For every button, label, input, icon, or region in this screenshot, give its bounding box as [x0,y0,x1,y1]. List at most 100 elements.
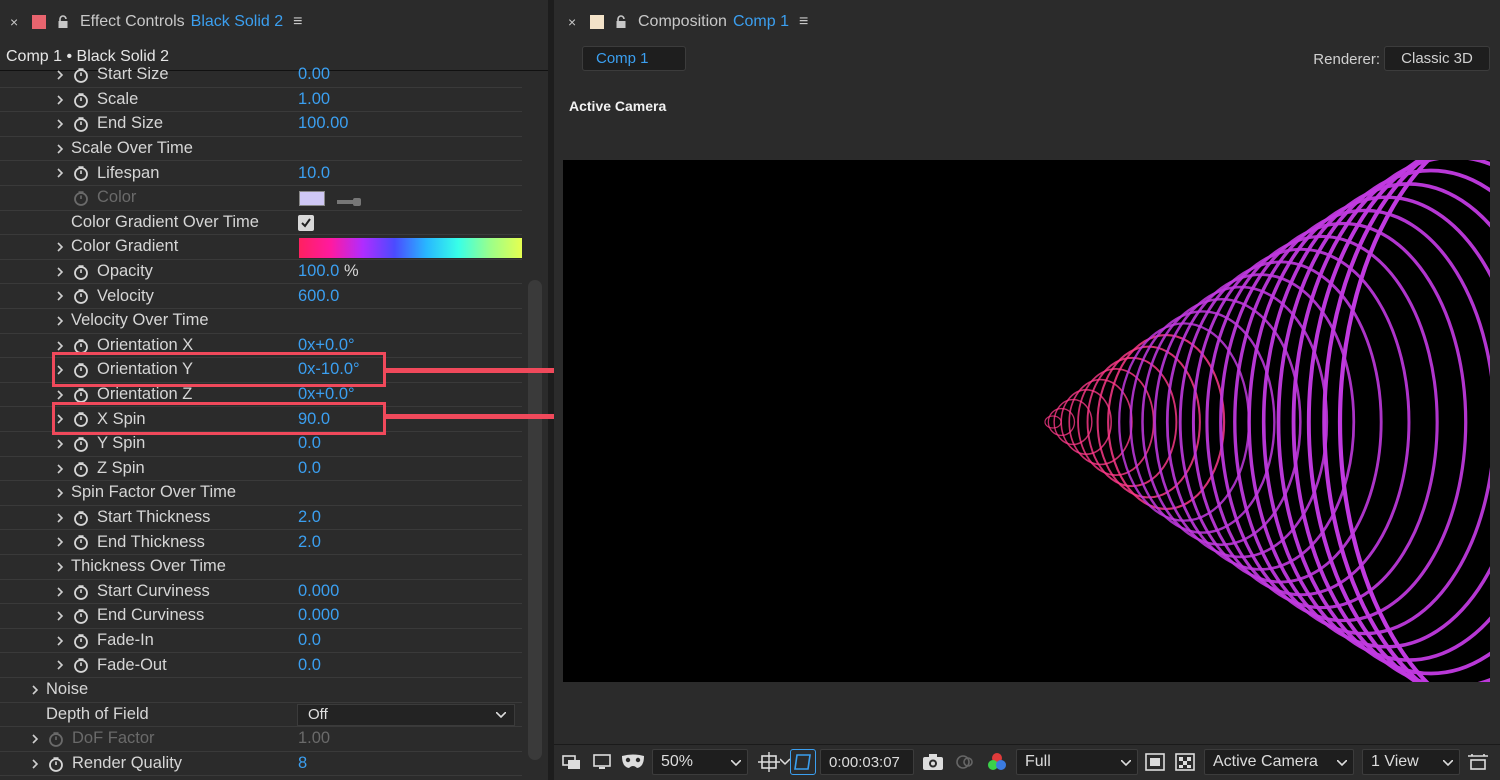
twirl-chevron-icon[interactable] [55,513,65,523]
scrollbar[interactable] [528,280,542,760]
fast-preview-icon[interactable] [1144,749,1166,775]
eyedropper-icon[interactable] [337,193,363,206]
stopwatch-icon[interactable] [73,510,89,526]
property-row-render-quality[interactable]: Render Quality 8 [0,752,522,777]
twirl-chevron-icon[interactable] [55,70,65,80]
property-value[interactable]: 100.0 [298,262,339,281]
stopwatch-icon[interactable] [73,116,89,133]
composition-tab[interactable]: × Composition Comp 1 ≡ [554,0,1500,44]
twirl-chevron-icon[interactable] [55,562,65,572]
twirl-chevron-icon[interactable] [30,759,40,769]
stopwatch-icon[interactable] [48,731,64,748]
twirl-chevron-icon[interactable] [55,242,65,252]
channel-rgb-icon[interactable] [986,749,1008,775]
lock-icon[interactable] [614,15,628,29]
property-row-fade-out[interactable]: Fade-Out 0.0 [0,653,522,678]
region-of-interest-icon[interactable] [790,749,816,775]
twirl-chevron-icon[interactable] [55,439,65,449]
twirl-chevron-icon[interactable] [55,390,65,400]
twirl-chevron-icon[interactable] [55,611,65,621]
twirl-chevron-icon[interactable] [30,734,40,744]
depth-of-field-dropdown[interactable]: Off [297,703,515,726]
property-row-color-gradient[interactable]: Color Gradient [0,235,522,260]
effect-controls-target[interactable]: Black Solid 2 [191,13,284,31]
twirl-chevron-icon[interactable] [55,144,65,154]
property-row-color-gradient-over-time[interactable]: Color Gradient Over Time [0,211,522,236]
property-value[interactable]: 0.0 [298,459,321,478]
twirl-chevron-icon[interactable] [55,119,65,129]
stopwatch-icon[interactable] [73,436,89,452]
twirl-chevron-icon[interactable] [55,168,65,178]
mask-visibility-icon[interactable] [620,749,646,775]
panel-menu-icon[interactable]: ≡ [799,13,808,31]
color-gradient-bar[interactable] [299,238,522,259]
twirl-chevron-icon[interactable] [55,291,65,301]
property-row-end-thickness[interactable]: End Thickness 2.0 [0,530,522,555]
property-row-dof-factor[interactable]: DoF Factor 1.00 [0,727,522,752]
color-swatch[interactable] [299,191,325,206]
property-row-end-curviness[interactable]: End Curviness 0.000 [0,604,522,629]
twirl-chevron-icon[interactable] [55,587,65,597]
property-row-y-spin[interactable]: Y Spin 0.0 [0,432,522,457]
property-value[interactable]: 600.0 [298,287,339,306]
property-value[interactable]: 8 [298,754,307,773]
close-icon[interactable]: × [10,14,22,30]
property-row-start-size[interactable]: Start Size 0.00 [0,63,522,88]
stopwatch-icon[interactable] [73,165,89,182]
property-row-scale[interactable]: Scale 1.00 [0,88,522,113]
property-row-velocity[interactable]: Velocity 600.0 [0,284,522,309]
stopwatch-icon[interactable] [73,584,89,600]
stopwatch-icon[interactable] [73,264,89,280]
property-row-start-thickness[interactable]: Start Thickness 2.0 [0,506,522,531]
close-icon[interactable]: × [568,14,580,30]
color-gradient-checkbox[interactable] [298,214,314,231]
twirl-chevron-icon[interactable] [55,341,65,351]
property-row-velocity-over-time[interactable]: Velocity Over Time [0,309,522,334]
twirl-chevron-icon[interactable] [55,95,65,105]
property-row-color[interactable]: Color [0,186,522,211]
property-row-start-curviness[interactable]: Start Curviness 0.000 [0,580,522,605]
property-row-z-spin[interactable]: Z Spin 0.0 [0,457,522,482]
stopwatch-icon[interactable] [73,190,89,206]
panel-menu-icon[interactable]: ≡ [293,13,302,31]
property-row-noise[interactable]: Noise [0,678,522,703]
property-row-depth-of-field[interactable]: Depth of Field Off [0,703,522,728]
twirl-chevron-icon[interactable] [55,316,65,326]
always-preview-icon[interactable] [562,749,582,775]
resolution-grid-icon[interactable] [758,749,780,775]
comp-subtab[interactable]: Comp 1 [582,46,686,71]
property-row-spin-factor-over-time[interactable]: Spin Factor Over Time [0,481,522,506]
twirl-chevron-icon[interactable] [55,660,65,670]
twirl-chevron-icon[interactable] [55,267,65,277]
stopwatch-icon[interactable] [73,657,89,674]
camera-snapshot-icon[interactable] [922,749,944,775]
twirl-chevron-icon[interactable] [55,488,65,498]
stopwatch-icon[interactable] [73,608,89,625]
effect-controls-tab[interactable]: × Effect Controls Black Solid 2 ≡ [0,0,548,44]
property-row-end-size[interactable]: End Size 100.00 [0,112,522,137]
transparency-grid-icon[interactable] [1174,749,1196,775]
lock-icon[interactable] [56,15,70,29]
zoom-dropdown[interactable]: 50% [652,749,748,775]
property-value[interactable]: 10.0 [298,164,330,183]
stopwatch-icon[interactable] [73,387,89,403]
renderer-button[interactable]: Classic 3D [1384,46,1490,71]
stopwatch-icon[interactable] [73,67,89,83]
stopwatch-icon[interactable] [73,288,89,305]
twirl-chevron-icon[interactable] [55,464,65,474]
property-value[interactable]: 2.0 [298,508,321,527]
stopwatch-icon[interactable] [73,92,89,108]
twirl-chevron-icon[interactable] [30,685,40,695]
property-value[interactable]: 0.0 [298,631,321,650]
property-value[interactable]: 1.00 [298,90,330,109]
stopwatch-icon[interactable] [73,633,89,649]
stopwatch-icon[interactable] [73,534,89,551]
property-value[interactable]: 0.0 [298,656,321,675]
composition-viewer[interactable] [563,160,1490,682]
property-value[interactable]: 1.00 [298,729,330,748]
timecode-field[interactable]: 0:00:03:07 [820,749,914,775]
stopwatch-icon[interactable] [48,756,64,772]
toggle-pixel-aspect-icon[interactable] [1466,749,1490,775]
property-value[interactable]: 0.000 [298,582,339,601]
show-snapshot-icon[interactable] [954,749,976,775]
